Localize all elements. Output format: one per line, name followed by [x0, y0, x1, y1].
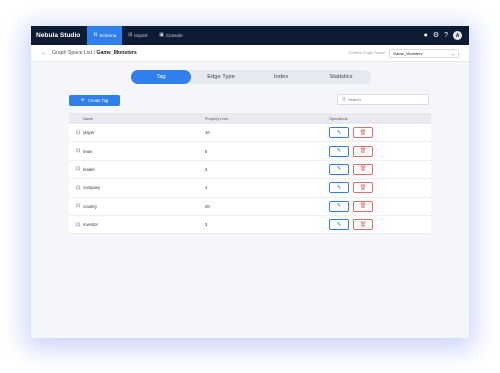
col-name: Name — [83, 116, 94, 121]
col-property-num: Property num — [205, 116, 228, 121]
create-tag-label: Create Tag — [87, 98, 109, 103]
tag-icon: ⊡ — [76, 203, 81, 210]
search-input[interactable] — [348, 97, 419, 102]
property-num: 20 — [205, 203, 210, 209]
nav-import-label: Import — [134, 33, 148, 38]
import-icon: ⊟ — [128, 33, 133, 38]
create-tag-button[interactable]: + Create Tag — [69, 95, 120, 106]
trash-icon: 🗑 — [359, 148, 367, 155]
trash-icon: 🗑 — [359, 221, 367, 228]
tag-name[interactable]: country — [83, 204, 97, 209]
table-row: ⊡ company 2 ✎ 🗑 — [69, 179, 431, 198]
edit-button[interactable]: ✎ — [329, 127, 349, 139]
nav-right-icons: ● ⚙ ? A — [424, 31, 469, 40]
delete-button[interactable]: 🗑 — [353, 182, 373, 194]
edit-button[interactable]: ✎ — [329, 219, 349, 231]
trash-icon: 🗑 — [359, 184, 367, 191]
space-selector: Current Graph Space Game_Monsters ⌄ — [348, 48, 459, 58]
space-select[interactable]: Game_Monsters ⌄ — [389, 48, 459, 58]
delete-button[interactable]: 🗑 — [353, 145, 373, 157]
tag-icon: ⊡ — [76, 184, 81, 191]
property-num: 5 — [205, 148, 208, 154]
edit-icon: ✎ — [336, 203, 342, 210]
tag-table: Name Property num Operations ⊡ player 10… — [69, 113, 431, 235]
table-row: ⊡ team 5 ✎ 🗑 — [69, 142, 431, 161]
trash-icon: 🗑 — [359, 166, 367, 173]
tag-name[interactable]: player — [83, 130, 94, 135]
space-select-value: Game_Monsters — [393, 50, 423, 56]
nav-console[interactable]: ▣ Console — [153, 26, 188, 45]
tab-edge-type[interactable]: Edge Type — [191, 70, 251, 84]
edit-icon: ✎ — [336, 148, 342, 155]
top-nav: Nebula Studio ⇅ Schema ⊟ Import ▣ Consol… — [31, 26, 469, 45]
delete-button[interactable]: 🗑 — [353, 127, 373, 139]
delete-button[interactable]: 🗑 — [353, 219, 373, 231]
nav-schema[interactable]: ⇅ Schema — [87, 26, 123, 45]
chevron-down-icon: ⌄ — [451, 50, 455, 56]
tab-tag[interactable]: Tag — [131, 70, 191, 84]
settings-icon[interactable]: ⚙ — [433, 32, 439, 39]
tab-statistics[interactable]: Statistics — [311, 70, 371, 84]
search-box: ⚲ — [337, 94, 429, 105]
help-icon[interactable]: ? — [444, 32, 448, 39]
app-title: Nebula Studio — [36, 32, 81, 39]
breadcrumb-parent[interactable]: Graph Space List / — [52, 50, 95, 56]
col-operations: Operations — [329, 116, 348, 121]
table-row: ⊡ leader 3 ✎ 🗑 — [69, 161, 431, 180]
edit-button[interactable]: ✎ — [329, 163, 349, 175]
nav-import[interactable]: ⊟ Import — [122, 26, 153, 45]
table-row: ⊡ player 10 ✎ 🗑 — [69, 124, 431, 143]
delete-button[interactable]: 🗑 — [353, 200, 373, 212]
trash-icon: 🗑 — [359, 129, 367, 136]
tag-icon: ⊡ — [76, 221, 81, 228]
edit-icon: ✎ — [336, 129, 342, 136]
tag-name[interactable]: investor — [83, 222, 98, 227]
edit-icon: ✎ — [336, 221, 342, 228]
breadcrumb-current: Game_Monsters — [96, 50, 137, 56]
search-icon: ⚲ — [342, 96, 347, 103]
tag-name[interactable]: team — [83, 149, 92, 154]
edit-button[interactable]: ✎ — [329, 182, 349, 194]
edit-button[interactable]: ✎ — [329, 200, 349, 212]
property-num: 2 — [205, 185, 208, 191]
tag-icon: ⊡ — [76, 166, 81, 173]
github-icon[interactable]: ● — [424, 32, 428, 39]
tab-index[interactable]: Index — [251, 70, 311, 84]
edit-icon: ✎ — [336, 166, 342, 173]
app-window: Nebula Studio ⇅ Schema ⊟ Import ▣ Consol… — [31, 26, 469, 338]
table-row: ⊡ country 20 ✎ 🗑 — [69, 198, 431, 216]
tag-icon: ⊡ — [76, 129, 81, 136]
property-num: 3 — [205, 166, 208, 172]
trash-icon: 🗑 — [359, 203, 367, 210]
nav-console-label: Console — [165, 33, 183, 38]
console-icon: ▣ — [159, 33, 164, 38]
tag-name[interactable]: leader — [83, 167, 95, 172]
table-row: ⊡ investor 3 ✎ 🗑 — [69, 216, 431, 235]
schema-tabs: Tag Edge Type Index Statistics — [131, 70, 371, 84]
property-num: 10 — [205, 130, 210, 136]
space-selector-label: Current Graph Space — [348, 51, 385, 55]
back-arrow-icon[interactable]: ← — [41, 50, 47, 56]
property-num: 3 — [205, 222, 208, 228]
tag-icon: ⊡ — [76, 148, 81, 155]
delete-button[interactable]: 🗑 — [353, 163, 373, 175]
edit-icon: ✎ — [336, 184, 342, 191]
table-header: Name Property num Operations — [69, 113, 431, 124]
schema-icon: ⇅ — [93, 33, 98, 38]
nav-schema-label: Schema — [99, 33, 117, 38]
edit-button[interactable]: ✎ — [329, 145, 349, 157]
page-header: ← Graph Space List / Game_Monsters Curre… — [31, 45, 469, 62]
plus-icon: + — [80, 97, 85, 104]
tag-name[interactable]: company — [83, 185, 100, 190]
avatar[interactable]: A — [453, 31, 462, 40]
breadcrumb: Graph Space List / Game_Monsters — [52, 50, 137, 56]
